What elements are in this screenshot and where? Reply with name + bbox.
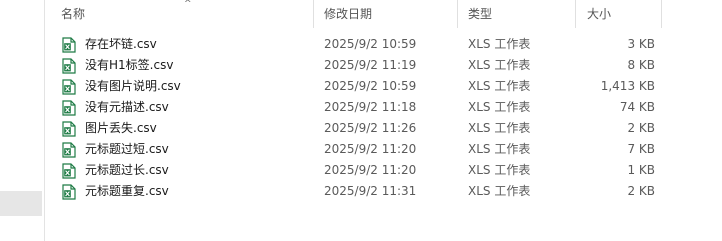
file-modified-date: 2025/9/2 11:20 xyxy=(324,163,417,177)
file-size: 3 KB xyxy=(627,37,655,51)
column-resize-handle[interactable] xyxy=(313,0,314,28)
file-name[interactable]: 图片丢失.csv xyxy=(85,118,157,139)
file-type: XLS 工作表 xyxy=(468,79,531,93)
file-modified-date: 2025/9/2 11:20 xyxy=(324,142,417,156)
column-header-date[interactable]: 修改日期 xyxy=(324,0,372,28)
file-modified-date: 2025/9/2 11:31 xyxy=(324,184,417,198)
file-modified-date: 2025/9/2 11:19 xyxy=(324,58,417,72)
file-row[interactable]: 元标题过长.csv 2025/9/2 11:20 XLS 工作表 1 KB xyxy=(45,160,722,181)
file-list-pane: ^ 名称 修改日期 类型 大小 存在坏链.csv 2025/9/2 10:59 XL… xyxy=(45,0,722,241)
file-modified-date: 2025/9/2 11:26 xyxy=(324,121,417,135)
file-name[interactable]: 存在坏链.csv xyxy=(85,34,157,55)
file-row[interactable]: 元标题重复.csv 2025/9/2 11:31 XLS 工作表 2 KB xyxy=(45,181,722,202)
column-header-row: ^ 名称 修改日期 类型 大小 xyxy=(45,0,722,28)
file-type: XLS 工作表 xyxy=(468,163,531,177)
file-type: XLS 工作表 xyxy=(468,121,531,135)
file-name[interactable]: 没有H1标签.csv xyxy=(85,55,173,76)
csv-file-icon xyxy=(62,163,76,179)
file-name[interactable]: 元标题过短.csv xyxy=(85,139,169,160)
file-size: 8 KB xyxy=(627,58,655,72)
csv-file-icon xyxy=(62,37,76,53)
column-header-type[interactable]: 类型 xyxy=(468,0,492,28)
file-modified-date: 2025/9/2 10:59 xyxy=(324,37,417,51)
file-size: 7 KB xyxy=(627,142,655,156)
sort-ascending-icon: ^ xyxy=(184,0,192,9)
csv-file-icon xyxy=(62,100,76,116)
navigation-selected-item[interactable] xyxy=(0,191,42,216)
file-size: 74 KB xyxy=(619,100,655,114)
file-row[interactable]: 没有图片说明.csv 2025/9/2 10:59 XLS 工作表 1,413 KB xyxy=(45,76,722,97)
csv-file-icon xyxy=(62,121,76,137)
file-modified-date: 2025/9/2 11:18 xyxy=(324,100,417,114)
file-name[interactable]: 没有图片说明.csv xyxy=(85,76,181,97)
column-header-size[interactable]: 大小 xyxy=(587,0,611,28)
column-resize-handle[interactable] xyxy=(661,0,662,28)
file-name[interactable]: 没有元描述.csv xyxy=(85,97,169,118)
file-type: XLS 工作表 xyxy=(468,184,531,198)
file-size: 2 KB xyxy=(627,184,655,198)
file-type: XLS 工作表 xyxy=(468,37,531,51)
file-row[interactable]: 没有H1标签.csv 2025/9/2 11:19 XLS 工作表 8 KB xyxy=(45,55,722,76)
file-type: XLS 工作表 xyxy=(468,142,531,156)
file-row[interactable]: 元标题过短.csv 2025/9/2 11:20 XLS 工作表 7 KB xyxy=(45,139,722,160)
column-resize-handle[interactable] xyxy=(575,0,576,28)
csv-file-icon xyxy=(62,184,76,200)
file-size: 2 KB xyxy=(627,121,655,135)
file-type: XLS 工作表 xyxy=(468,100,531,114)
csv-file-icon xyxy=(62,79,76,95)
file-size: 1 KB xyxy=(627,163,655,177)
file-name[interactable]: 元标题过长.csv xyxy=(85,160,169,181)
file-type: XLS 工作表 xyxy=(468,58,531,72)
column-header-name[interactable]: 名称 xyxy=(61,0,85,28)
csv-file-icon xyxy=(62,142,76,158)
file-row[interactable]: 没有元描述.csv 2025/9/2 11:18 XLS 工作表 74 KB xyxy=(45,97,722,118)
column-resize-handle[interactable] xyxy=(457,0,458,28)
file-row[interactable]: 存在坏链.csv 2025/9/2 10:59 XLS 工作表 3 KB xyxy=(45,34,722,55)
file-name[interactable]: 元标题重复.csv xyxy=(85,181,169,202)
csv-file-icon xyxy=(62,58,76,74)
file-size: 1,413 KB xyxy=(600,79,655,93)
file-modified-date: 2025/9/2 10:59 xyxy=(324,79,417,93)
file-list: 存在坏链.csv 2025/9/2 10:59 XLS 工作表 3 KB 没有H1标签.… xyxy=(45,34,722,202)
file-row[interactable]: 图片丢失.csv 2025/9/2 11:26 XLS 工作表 2 KB xyxy=(45,118,722,139)
